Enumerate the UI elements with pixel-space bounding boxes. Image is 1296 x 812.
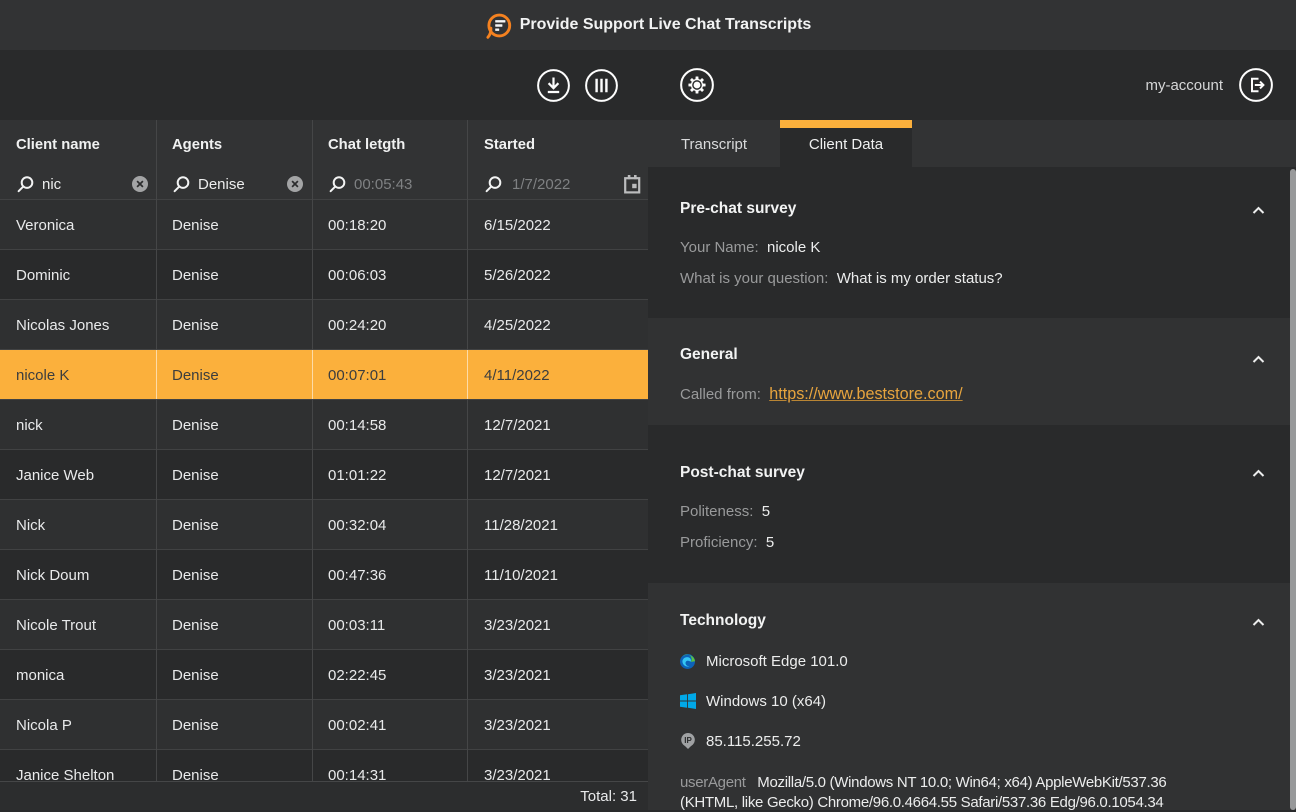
svg-text:IP: IP bbox=[684, 736, 692, 745]
